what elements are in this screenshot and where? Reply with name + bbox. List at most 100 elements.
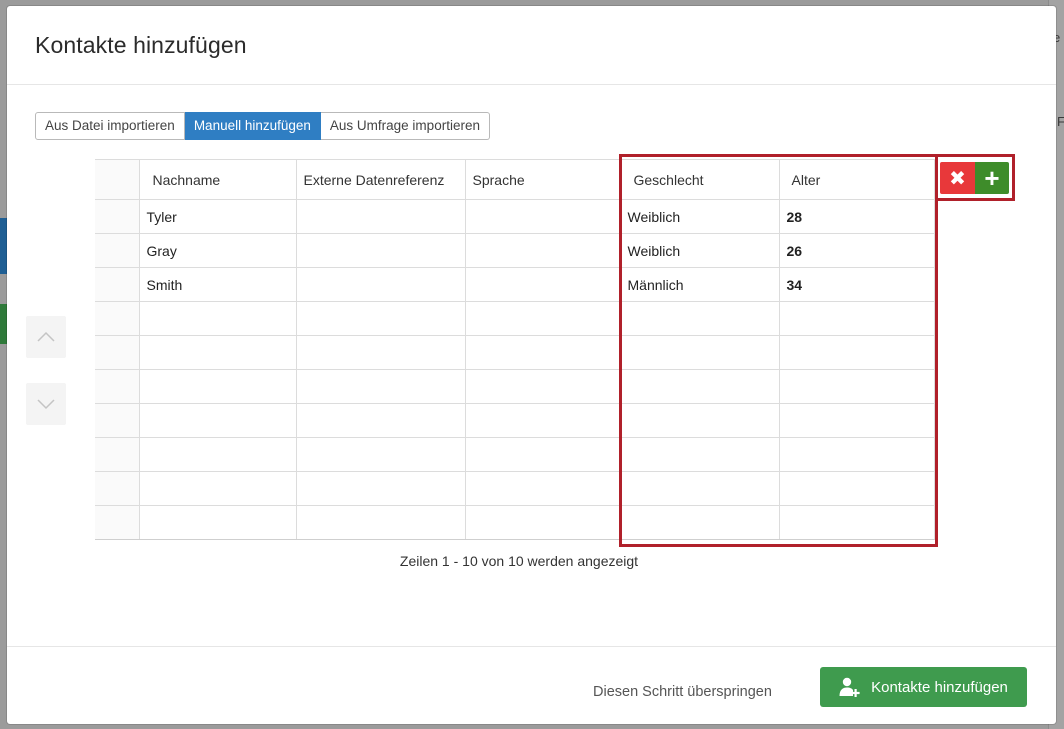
close-icon: ✖ [949, 167, 966, 190]
table-row [95, 471, 935, 506]
table-row [95, 437, 935, 472]
cell-externe[interactable] [295, 369, 466, 404]
cell-alter[interactable]: 34 [778, 267, 935, 302]
column-header-sprache[interactable]: Sprache [464, 159, 621, 200]
table-row: Gray Weiblich 26 [95, 233, 935, 268]
modal-header: Kontakte hinzufügen [7, 6, 1056, 85]
modal-footer: Diesen Schritt überspringen Kontakte hin… [7, 646, 1056, 725]
cell-sprache[interactable] [464, 199, 621, 234]
table-row: Tyler Weiblich 28 [95, 199, 935, 234]
column-header-geschlecht[interactable]: Geschlecht [619, 159, 780, 200]
column-header-externe-datenreferenz[interactable]: Externe Datenreferenz [295, 159, 466, 200]
column-header-nachname[interactable]: Nachname [138, 159, 297, 200]
row-index-cell [95, 267, 140, 302]
row-count-status: Zeilen 1 - 10 von 10 werden angezeigt [399, 553, 639, 569]
cell-alter[interactable] [778, 437, 935, 472]
cell-geschlecht[interactable]: Weiblich [619, 233, 780, 268]
cell-geschlecht[interactable] [619, 505, 780, 540]
add-column-button[interactable]: + [975, 162, 1009, 194]
background-blue-strip [0, 218, 7, 274]
background-green-strip [0, 304, 7, 344]
cell-nachname[interactable]: Smith [138, 267, 297, 302]
cell-alter[interactable] [778, 505, 935, 540]
chevron-up-icon [37, 331, 55, 342]
tab-import-file[interactable]: Aus Datei importieren [35, 112, 185, 140]
row-index-cell [95, 199, 140, 234]
cell-geschlecht[interactable]: Männlich [619, 267, 780, 302]
remove-column-button[interactable]: ✖ [940, 162, 975, 194]
cell-alter[interactable] [778, 403, 935, 438]
row-index-cell [95, 505, 140, 540]
cell-geschlecht[interactable] [619, 301, 780, 336]
cell-externe[interactable] [295, 267, 466, 302]
tab-import-survey[interactable]: Aus Umfrage importieren [320, 112, 490, 140]
cell-geschlecht[interactable] [619, 335, 780, 370]
table-row [95, 505, 935, 540]
cell-sprache[interactable] [464, 369, 621, 404]
cell-nachname[interactable] [138, 505, 297, 540]
cell-sprache[interactable] [464, 233, 621, 268]
cell-sprache[interactable] [464, 301, 621, 336]
table-row [95, 403, 935, 438]
cell-externe[interactable] [295, 437, 466, 472]
cell-sprache[interactable] [464, 335, 621, 370]
cell-externe[interactable] [295, 199, 466, 234]
table-header-row: Nachname Externe Datenreferenz Sprache G… [95, 159, 935, 200]
row-index-cell [95, 471, 140, 506]
cell-geschlecht[interactable] [619, 369, 780, 404]
cell-alter[interactable]: 28 [778, 199, 935, 234]
cell-externe[interactable] [295, 335, 466, 370]
cell-sprache[interactable] [464, 403, 621, 438]
skip-step-link[interactable]: Diesen Schritt überspringen [593, 684, 772, 700]
cell-geschlecht[interactable] [619, 437, 780, 472]
cell-externe[interactable] [295, 301, 466, 336]
cell-nachname[interactable]: Gray [138, 233, 297, 268]
cell-nachname[interactable] [138, 471, 297, 506]
cell-nachname[interactable] [138, 369, 297, 404]
cell-geschlecht[interactable] [619, 403, 780, 438]
modal-title: Kontakte hinzufügen [35, 32, 247, 58]
scroll-down-button[interactable] [26, 383, 66, 425]
chevron-down-icon [37, 399, 55, 410]
row-index-cell [95, 369, 140, 404]
cell-sprache[interactable] [464, 505, 621, 540]
add-contacts-modal: Kontakte hinzufügen Aus Datei importiere… [7, 6, 1056, 724]
user-plus-icon [839, 677, 860, 697]
cell-geschlecht[interactable]: Weiblich [619, 199, 780, 234]
row-index-cell [95, 437, 140, 472]
cell-alter[interactable]: 26 [778, 233, 935, 268]
table-row [95, 335, 935, 370]
cell-nachname[interactable] [138, 403, 297, 438]
cell-nachname[interactable] [138, 437, 297, 472]
import-method-tabs: Aus Datei importieren Manuell hinzufügen… [35, 112, 490, 140]
cell-externe[interactable] [295, 471, 466, 506]
cell-nachname[interactable] [138, 335, 297, 370]
row-index-header [95, 159, 140, 200]
row-index-cell [95, 403, 140, 438]
cell-externe[interactable] [295, 233, 466, 268]
cell-alter[interactable] [778, 301, 935, 336]
add-contacts-button-label: Kontakte hinzufügen [871, 678, 1008, 696]
cell-alter[interactable] [778, 369, 935, 404]
cell-sprache[interactable] [464, 471, 621, 506]
column-header-alter[interactable]: Alter [778, 159, 935, 200]
cell-externe[interactable] [295, 505, 466, 540]
scroll-up-button[interactable] [26, 316, 66, 358]
table-row [95, 301, 935, 336]
table-row: Smith Männlich 34 [95, 267, 935, 302]
cell-sprache[interactable] [464, 267, 621, 302]
contacts-table: Nachname Externe Datenreferenz Sprache G… [95, 159, 935, 540]
plus-icon: + [984, 162, 1000, 193]
add-contacts-button[interactable]: Kontakte hinzufügen [820, 667, 1027, 707]
cell-alter[interactable] [778, 471, 935, 506]
cell-sprache[interactable] [464, 437, 621, 472]
tab-add-manually[interactable]: Manuell hinzufügen [184, 112, 321, 140]
table-row [95, 369, 935, 404]
cell-externe[interactable] [295, 403, 466, 438]
cell-geschlecht[interactable] [619, 471, 780, 506]
cell-nachname[interactable] [138, 301, 297, 336]
row-index-cell [95, 233, 140, 268]
row-index-cell [95, 335, 140, 370]
cell-alter[interactable] [778, 335, 935, 370]
cell-nachname[interactable]: Tyler [138, 199, 297, 234]
